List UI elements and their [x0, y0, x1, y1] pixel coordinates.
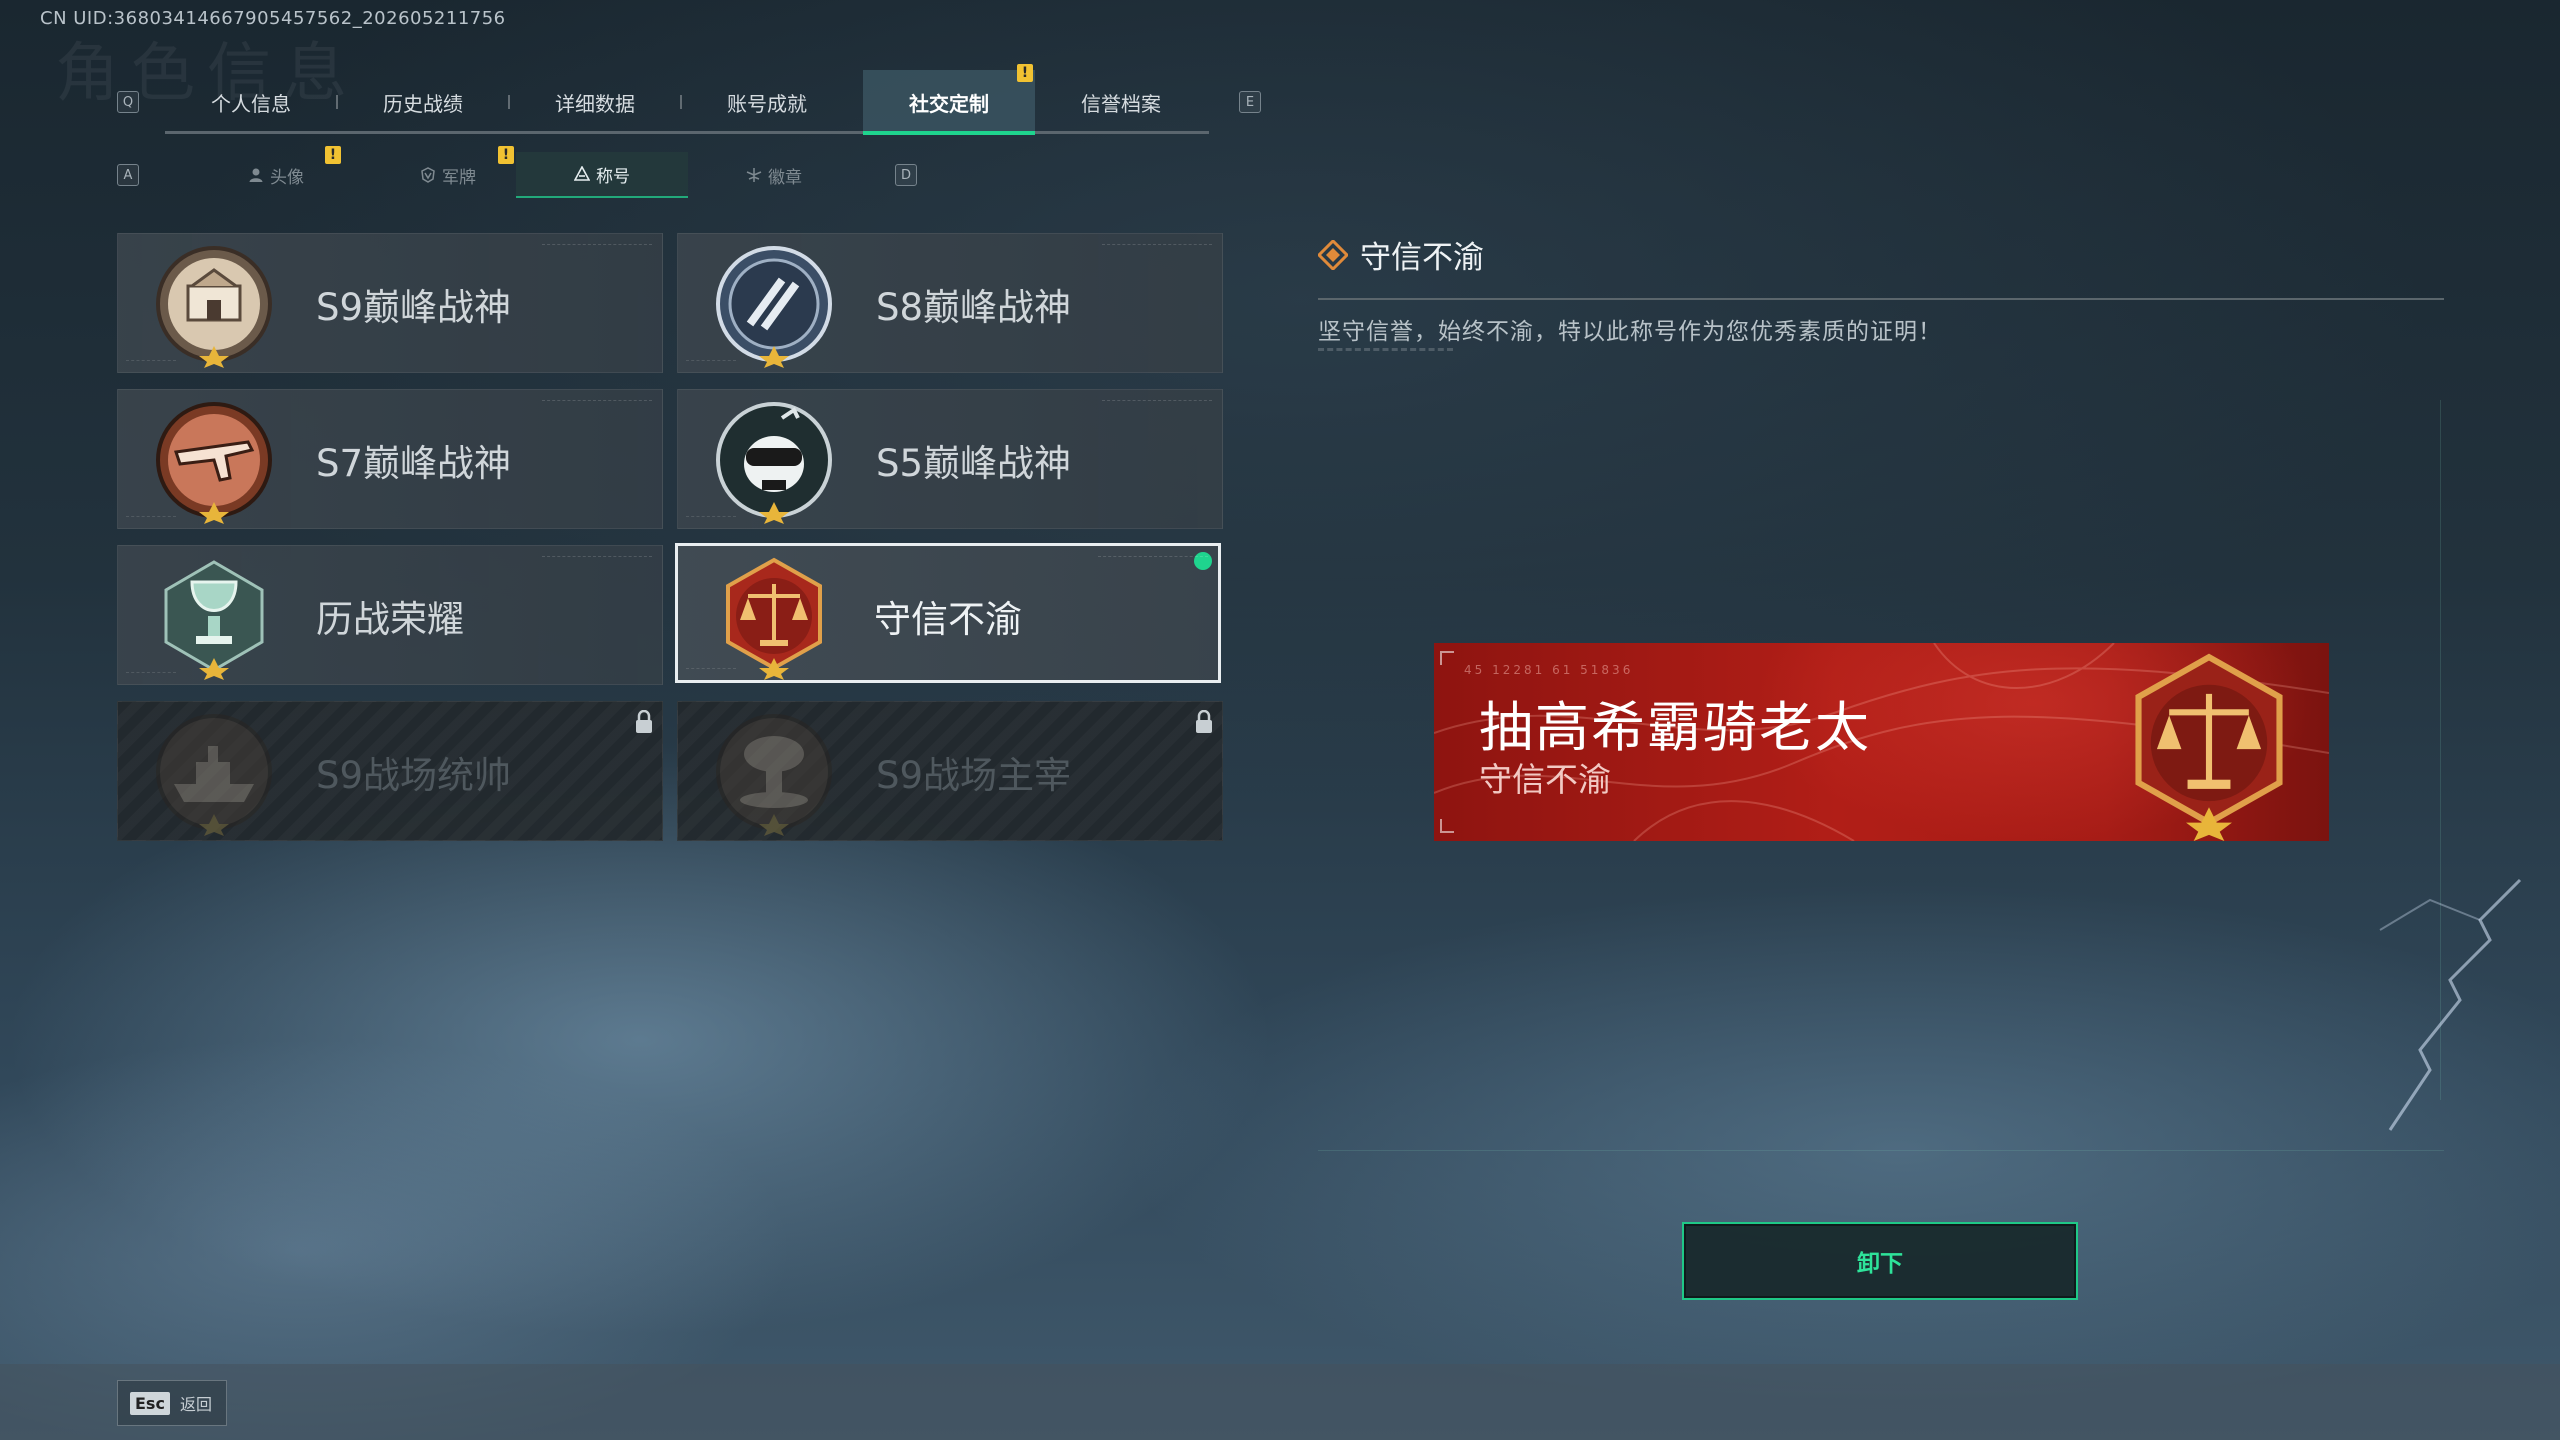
tab-label: 社交定制 — [909, 91, 989, 116]
description-decoration — [1318, 348, 1453, 357]
subtab-alert-badge: ! — [498, 146, 514, 164]
subtab-label: 军牌 — [442, 167, 476, 188]
back-button[interactable]: Esc 返回 — [117, 1380, 227, 1426]
title-label: 历战荣耀 — [316, 598, 464, 641]
main-tab-bar: 个人信息 历史战绩 详细数据 账号成就 社交定制 信誉档案 — [165, 70, 1209, 135]
selected-title-description: 坚守信誉，始终不渝，特以此称号作为您优秀素质的证明！ — [1318, 319, 1942, 345]
subtab-label: 头像 — [270, 167, 304, 188]
detail-divider — [1318, 298, 2444, 300]
title-label: S9巅峰战神 — [316, 286, 512, 329]
subtab-label: 徽章 — [768, 167, 802, 188]
tab-match-history[interactable]: 历史战绩 — [337, 70, 510, 134]
title-label: S9战场主宰 — [876, 754, 1072, 797]
fortress-emblem-icon — [156, 246, 272, 368]
tab-label: 详细数据 — [555, 91, 635, 116]
sub-tab-bar: 头像 军牌 称号 徽章 — [190, 152, 870, 198]
title-banner-preview: 45 12281 61 51836 抽高希霸骑老太 守信不渝 — [1434, 643, 2329, 841]
title-diamond-icon — [1318, 239, 1348, 270]
scales-emblem-icon — [2135, 653, 2283, 841]
title-card-locked[interactable]: S9战场主宰 — [677, 701, 1223, 841]
unequip-button[interactable]: 卸下 — [1682, 1222, 2078, 1300]
title-label: S9战场统帅 — [316, 754, 512, 797]
tab-account-achievements[interactable]: 账号成就 — [681, 70, 853, 134]
title-card-selected[interactable]: 守信不渝 — [675, 543, 1221, 683]
equipped-indicator — [1194, 552, 1212, 570]
mushroom-cloud-emblem-icon — [716, 714, 832, 836]
slash-emblem-icon — [716, 246, 832, 368]
banner-player-name: 抽高希霸骑老太 — [1479, 696, 1871, 759]
title-label: S8巅峰战神 — [876, 286, 1072, 329]
bottom-bar — [0, 1364, 2560, 1440]
title-label: S7巅峰战神 — [316, 442, 512, 485]
tab-social-customization[interactable]: 社交定制 — [863, 70, 1035, 135]
tab-credit-record[interactable]: 信誉档案 — [1035, 70, 1207, 134]
banner-title: 守信不渝 — [1479, 760, 1611, 799]
title-card-locked[interactable]: S9战场统帅 — [117, 701, 663, 841]
title-card[interactable]: S8巅峰战神 — [677, 233, 1223, 373]
trophy-emblem-icon — [164, 560, 264, 680]
tab-detailed-data[interactable]: 详细数据 — [509, 70, 682, 134]
tab-label: 个人信息 — [211, 91, 291, 116]
tab-personal-info[interactable]: 个人信息 — [165, 70, 338, 134]
badge-icon — [746, 168, 762, 182]
back-label: 返回 — [179, 1395, 212, 1414]
selected-title-heading: 守信不渝 — [1318, 232, 1484, 277]
title-icon — [574, 166, 590, 181]
banner-code: 45 12281 61 51836 — [1464, 663, 1634, 677]
title-card[interactable]: S9巅峰战神 — [117, 233, 663, 373]
tab-label: 信誉档案 — [1081, 91, 1161, 116]
prev-tab-key[interactable]: Q — [117, 91, 139, 113]
title-card[interactable]: 历战荣耀 — [117, 545, 663, 685]
title-card[interactable]: S7巅峰战神 — [117, 389, 663, 529]
prev-subtab-key[interactable]: A — [117, 164, 139, 186]
person-icon — [249, 168, 263, 182]
skull-emblem-icon — [716, 402, 832, 524]
lightning-decoration — [2379, 878, 2522, 1131]
title-label: S5巅峰战神 — [876, 442, 1072, 485]
dogtag-icon — [421, 167, 435, 183]
selected-title-name: 守信不渝 — [1360, 240, 1484, 276]
title-label: 守信不渝 — [874, 598, 1022, 641]
subtab-alert-badge: ! — [325, 146, 341, 164]
lock-icon — [1196, 710, 1212, 733]
gun-emblem-icon — [156, 402, 272, 524]
scales-emblem-icon — [726, 557, 822, 680]
subtab-badge[interactable]: 徽章 — [688, 152, 860, 198]
lock-icon — [636, 710, 652, 733]
tab-alert-badge: ! — [1017, 64, 1033, 82]
next-tab-key[interactable]: E — [1239, 91, 1261, 113]
tab-label: 历史战绩 — [383, 91, 463, 116]
tab-label: 账号成就 — [727, 91, 807, 116]
subtab-label: 称号 — [596, 166, 630, 187]
title-card[interactable]: S5巅峰战神 — [677, 389, 1223, 529]
ship-emblem-icon — [156, 714, 272, 836]
esc-key: Esc — [130, 1391, 170, 1415]
next-subtab-key[interactable]: D — [895, 164, 917, 186]
subtab-title[interactable]: 称号 — [516, 152, 688, 198]
